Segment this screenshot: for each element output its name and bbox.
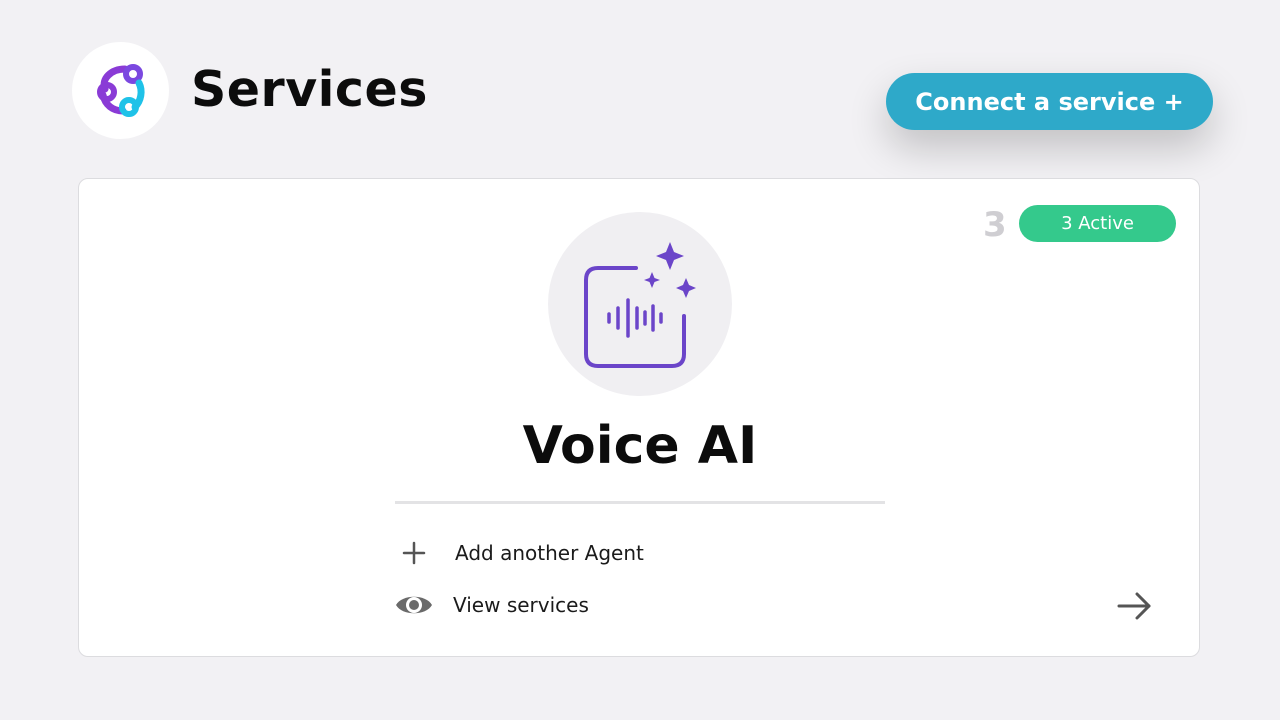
view-services-label: View services [453, 593, 589, 617]
voice-ai-sparkle-icon [584, 242, 696, 368]
divider [395, 501, 885, 504]
eye-icon [396, 596, 432, 614]
services-logo-icon [96, 63, 145, 117]
voice-ai-icon-circle [548, 212, 732, 396]
status-badge: 3 Active [1019, 205, 1176, 242]
add-agent-label: Add another Agent [455, 541, 644, 565]
arrow-right-icon[interactable] [1116, 590, 1154, 622]
services-logo [72, 42, 169, 139]
page-title: Services [191, 61, 428, 118]
view-services-action[interactable]: View services [394, 588, 589, 622]
add-agent-action[interactable]: Add another Agent [400, 537, 644, 569]
connect-service-button[interactable]: Connect a service + [886, 73, 1213, 130]
plus-icon [402, 541, 426, 565]
service-count: 3 [983, 205, 1007, 245]
service-name: Voice AI [522, 416, 758, 476]
